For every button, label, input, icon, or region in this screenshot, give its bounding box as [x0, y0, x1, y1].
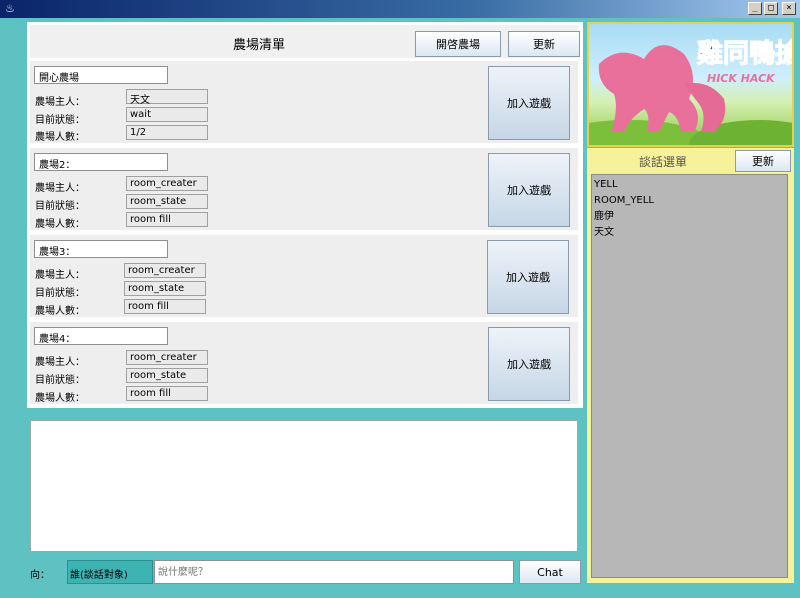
chat-target-field[interactable]: 誰(談話對象) — [67, 560, 153, 584]
state-label: 目前狀態： — [35, 115, 85, 126]
room-name: 農場4： — [34, 327, 168, 345]
logo-graphic: 雞同鴨搶 HICK HACK — [589, 38, 792, 145]
chat-input-bar: 向： 誰(談話對象) Chat — [0, 556, 590, 586]
list-item[interactable]: 鹿伊 — [594, 209, 785, 225]
owner-label: 農場主人： — [35, 357, 85, 368]
room-card-4: 農場4： 農場主人： room_creater 目前狀態： room_state… — [30, 322, 578, 404]
count-value: room fill — [126, 212, 208, 227]
state-label: 目前狀態： — [35, 375, 85, 386]
owner-label: 農場主人： — [35, 97, 85, 108]
room-card-1: 開心農場 農場主人： 天文 目前狀態： wait 農場人數： 1/2 加入遊戲 — [30, 61, 578, 143]
to-label: 向： — [30, 570, 50, 581]
join-game-button[interactable]: 加入遊戲 — [487, 240, 569, 314]
count-label: 農場人數： — [35, 132, 85, 143]
state-value: room_state — [126, 368, 208, 383]
farm-list-header: 農場清單 開啓農場 更新 — [30, 25, 580, 58]
owner-value: room_creater — [126, 176, 208, 191]
open-farm-button[interactable]: 開啓農場 — [415, 31, 501, 57]
owner-value: room_creater — [124, 263, 206, 278]
chat-list-title: 談話選單 — [639, 155, 688, 169]
farm-list-title: 農場清單 — [233, 38, 286, 53]
list-item[interactable]: 天文 — [594, 225, 785, 241]
count-value: room fill — [126, 386, 208, 401]
list-item[interactable]: ROOM_YELL — [594, 193, 785, 209]
owner-value: 天文 — [126, 89, 208, 106]
app-icon: ♨ — [5, 2, 15, 15]
state-label: 目前狀態： — [35, 201, 85, 212]
logo-title: 雞同鴨搶 — [696, 38, 792, 69]
count-value: room fill — [124, 299, 206, 314]
room-card-3: 農場3： 農場主人： room_creater 目前狀態： room_state… — [30, 235, 578, 317]
room-name: 農場2： — [34, 153, 168, 171]
farm-list-panel: 農場清單 開啓農場 更新 開心農場 農場主人： 天文 目前狀態： wait 農場… — [27, 22, 583, 408]
game-logo: 雞同鴨搶 HICK HACK — [587, 22, 794, 147]
state-value: room_state — [126, 194, 208, 209]
count-value: 1/2 — [126, 125, 208, 140]
chat-send-button[interactable]: Chat — [519, 560, 581, 584]
chat-list-header: 談話選單 更新 — [587, 148, 794, 172]
room-name: 農場3： — [34, 240, 168, 258]
chat-input[interactable] — [154, 560, 514, 584]
join-game-button[interactable]: 加入遊戲 — [488, 153, 570, 227]
count-label: 農場人數： — [35, 219, 85, 230]
window-titlebar: ♨ _ □ × — [0, 0, 800, 18]
logo-subtitle: HICK HACK — [707, 72, 776, 85]
owner-label: 農場主人： — [35, 270, 85, 281]
list-item[interactable]: YELL — [594, 177, 785, 193]
state-label: 目前狀態： — [35, 288, 85, 299]
chat-list-panel: 談話選單 更新 YELL ROOM_YELL 鹿伊 天文 — [587, 148, 794, 583]
close-button[interactable]: × — [782, 2, 796, 15]
refresh-chat-list-button[interactable]: 更新 — [735, 150, 791, 172]
count-label: 農場人數： — [35, 306, 85, 317]
join-game-button[interactable]: 加入遊戲 — [488, 66, 570, 140]
minimize-button[interactable]: _ — [748, 2, 762, 15]
room-card-2: 農場2： 農場主人： room_creater 目前狀態： room_state… — [30, 148, 578, 230]
chat-message-area[interactable] — [30, 420, 578, 552]
owner-value: room_creater — [126, 350, 208, 365]
count-label: 農場人數： — [35, 393, 85, 404]
state-value: wait — [126, 107, 208, 122]
join-game-button[interactable]: 加入遊戲 — [488, 327, 570, 401]
room-name: 開心農場 — [34, 66, 168, 84]
state-value: room_state — [124, 281, 206, 296]
refresh-farm-button[interactable]: 更新 — [508, 31, 580, 57]
user-list[interactable]: YELL ROOM_YELL 鹿伊 天文 — [591, 174, 788, 578]
owner-label: 農場主人： — [35, 183, 85, 194]
maximize-button[interactable]: □ — [764, 2, 778, 15]
